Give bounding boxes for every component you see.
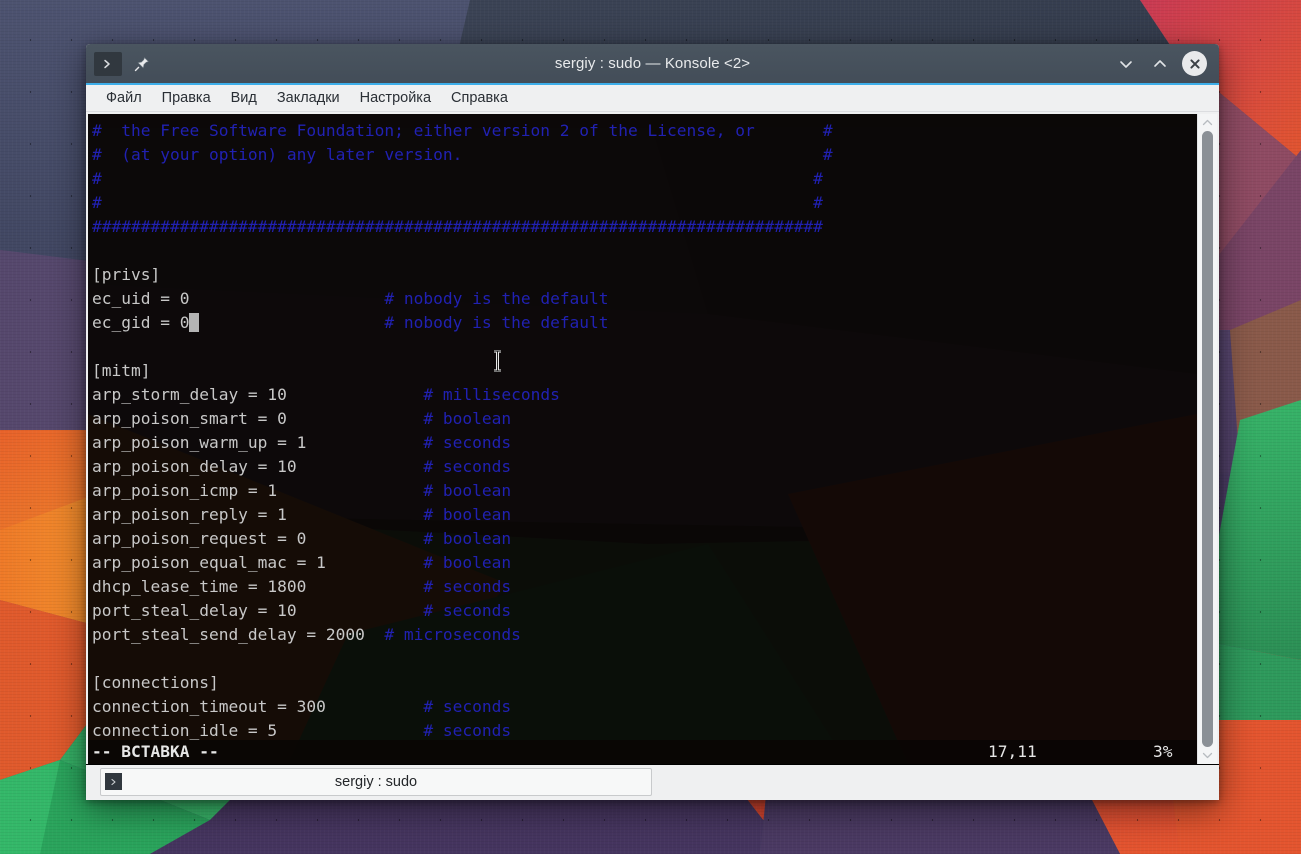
terminal-comment: # boolean [423,505,511,524]
terminal-comment: # seconds [423,433,511,452]
menu-help[interactable]: Справка [441,87,518,109]
terminal-section-mitm: [mitm] [92,361,150,380]
terminal-comment: # boolean [423,553,511,572]
scroll-down-arrow-icon[interactable] [1202,749,1213,762]
tab-sergiy-sudo[interactable]: sergiy : sudo [100,768,652,796]
terminal-line: arp_poison_request = 0 # boolean [92,527,1197,551]
menu-edit[interactable]: Правка [152,87,221,109]
terminal-comment: # nobody is the default [384,313,608,332]
terminal-line: ec_uid = 0 # nobody is the default [92,287,1197,311]
scroll-up-arrow-icon[interactable] [1202,116,1213,129]
konsole-window: sergiy : sudo — Konsole <2> Файл Правка [86,44,1219,800]
terminal-key-arp-poison-icmp: arp_poison_icmp = 1 [92,481,277,500]
menu-file[interactable]: Файл [96,87,152,109]
terminal-comment: # seconds [423,721,511,740]
terminal-comment: # nobody is the default [384,289,608,308]
terminal-key-arp-poison-delay: arp_poison_delay = 10 [92,457,297,476]
menu-bookmarks[interactable]: Закладки [267,87,350,109]
terminal-key-arp-storm-delay: arp_storm_delay = 10 [92,385,287,404]
terminal-line: ########################################… [92,215,1197,239]
terminal-key-port-steal-delay: port_steal_delay = 10 [92,601,297,620]
terminal-prompt-icon[interactable] [94,52,122,76]
terminal-line: [privs] [92,263,1197,287]
terminal-key-connection-timeout: connection_timeout = 300 [92,697,326,716]
terminal-line: arp_poison_reply = 1 # boolean [92,503,1197,527]
terminal-line-text: # (at your option) any later version. # [92,145,833,164]
terminal-line-text: # # [92,193,823,212]
terminal-view[interactable]: # the Free Software Foundation; either v… [88,114,1197,764]
terminal-line: arp_storm_delay = 10 # milliseconds [92,383,1197,407]
terminal-line: arp_poison_warm_up = 1 # seconds [92,431,1197,455]
terminal-line-blank [92,239,1197,263]
chevron-down-icon[interactable] [1114,52,1138,76]
terminal-line: [connections] [92,671,1197,695]
terminal-comment: # milliseconds [423,385,559,404]
terminal-line-blank [92,647,1197,671]
terminal-comment: # seconds [423,601,511,620]
terminal-section-connections: [connections] [92,673,219,692]
terminal-line-text: # # [92,169,823,188]
terminal-key-arp-poison-smart: arp_poison_smart = 0 [92,409,287,428]
terminal-line: dhcp_lease_time = 1800 # seconds [92,575,1197,599]
terminal-comment: # seconds [423,457,511,476]
terminal-line: arp_poison_smart = 0 # boolean [92,407,1197,431]
pin-icon[interactable] [128,52,156,76]
terminal-key-ec-gid: ec_gid = 0 [92,313,189,332]
terminal-line-text: ########################################… [92,217,823,236]
scrollbar-track[interactable] [1198,129,1217,749]
vim-cursor-position: 17,11 [988,740,1037,764]
titlebar-left-buttons [94,52,156,76]
scrollbar-thumb[interactable] [1202,131,1213,747]
terminal-line-text: # the Free Software Foundation; either v… [92,121,833,140]
menubar: Файл Правка Вид Закладки Настройка Справ… [86,85,1219,112]
terminal-key-dhcp-lease-time: dhcp_lease_time = 1800 [92,577,306,596]
terminal-line: port_steal_send_delay = 2000 # microseco… [92,623,1197,647]
terminal-comment: # seconds [423,577,511,596]
vim-scroll-percent: 3% [1153,740,1173,764]
terminal-section-privs: [privs] [92,265,160,284]
terminal-line: [mitm] [92,359,1197,383]
terminal-line: arp_poison_icmp = 1 # boolean [92,479,1197,503]
terminal-comment: # boolean [423,481,511,500]
terminal-key-arp-poison-warm-up: arp_poison_warm_up = 1 [92,433,306,452]
menu-settings[interactable]: Настройка [350,87,441,109]
terminal-key-arp-poison-equal-mac: arp_poison_equal_mac = 1 [92,553,326,572]
terminal-key-ec-uid: ec_uid = 0 [92,289,189,308]
terminal-comment: # microseconds [384,625,520,644]
tab-label: sergiy : sudo [101,774,651,790]
terminal-line: # # [92,191,1197,215]
tabbar: sergiy : sudo [86,764,1219,800]
text-cursor [189,313,199,332]
terminal-area: # the Free Software Foundation; either v… [86,112,1219,764]
terminal-line: # # [92,167,1197,191]
vim-status-line: -- ВСТАВКА -- 17,11 3% [88,740,1197,764]
chevron-up-icon[interactable] [1148,52,1172,76]
close-icon[interactable] [1182,51,1207,76]
window-controls [1114,51,1213,76]
terminal-line: ec_gid = 0 # nobody is the default [92,311,1197,335]
terminal-line: # (at your option) any later version. # [92,143,1197,167]
terminal-comment: # boolean [423,409,511,428]
vertical-scrollbar[interactable] [1197,114,1217,764]
terminal-line: # the Free Software Foundation; either v… [92,119,1197,143]
terminal-text-content: # the Free Software Foundation; either v… [88,114,1197,743]
terminal-key-arp-poison-request: arp_poison_request = 0 [92,529,306,548]
terminal-line: connection_timeout = 300 # seconds [92,695,1197,719]
terminal-comment: # boolean [423,529,511,548]
terminal-line: port_steal_delay = 10 # seconds [92,599,1197,623]
terminal-key-connection-idle: connection_idle = 5 [92,721,277,740]
terminal-key-arp-poison-reply: arp_poison_reply = 1 [92,505,287,524]
terminal-line: arp_poison_equal_mac = 1 # boolean [92,551,1197,575]
terminal-line: arp_poison_delay = 10 # seconds [92,455,1197,479]
window-titlebar[interactable]: sergiy : sudo — Konsole <2> [86,44,1219,85]
vim-mode-indicator: -- ВСТАВКА -- [92,740,219,764]
terminal-line-blank [92,335,1197,359]
menu-view[interactable]: Вид [221,87,267,109]
terminal-key-port-steal-send-delay: port_steal_send_delay = 2000 [92,625,365,644]
terminal-comment: # seconds [423,697,511,716]
window-title: sergiy : sudo — Konsole <2> [86,44,1219,83]
